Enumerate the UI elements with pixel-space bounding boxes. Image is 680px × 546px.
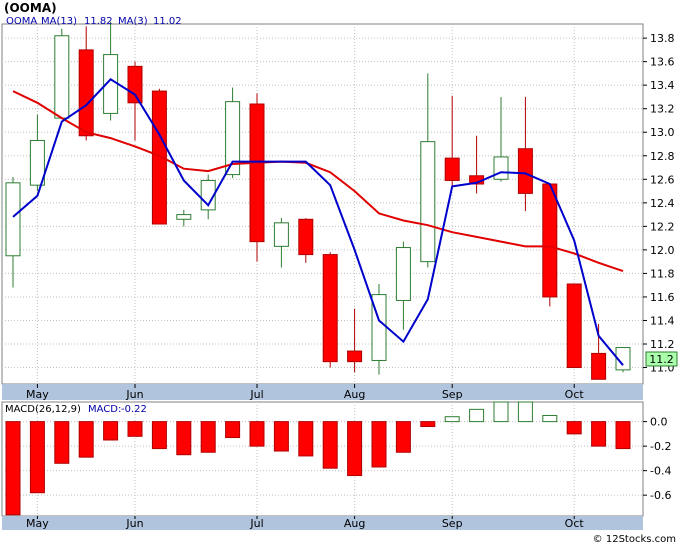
price-y-tick-label: 11.2 [650,338,675,351]
candle-body-up [54,35,70,119]
macd-bar-negative [615,421,631,450]
candle-body-down [347,350,363,363]
macd-bar-negative [225,421,241,439]
price-y-tick-label: 12.2 [650,220,675,233]
macd-legend-value-label: MACD: [88,404,121,415]
macd-bar-negative [566,421,582,435]
macd-bar-negative [103,421,119,441]
macd-x-tick-label: Jun [125,517,143,530]
candle-body-up [273,222,289,247]
price-y-tick-label: 12.8 [650,150,675,163]
price-y-tick-label: 11.8 [650,267,675,280]
macd-x-axis-band [2,516,643,530]
credit-text: © 12Stocks.com [593,534,676,545]
macd-bar-negative [420,421,436,428]
macd-bar-negative [5,421,21,516]
price-x-axis-band [2,384,643,400]
price-y-tick-label: 13.0 [650,126,675,139]
macd-x-tick-label: Sep [442,517,463,530]
price-x-tick-label: Oct [565,388,585,401]
macd-y-tick-label: -0.4 [650,465,671,478]
price-y-tick-label: 12.4 [650,197,675,210]
macd-x-tick-label: Jul [249,517,263,530]
macd-bar-negative [200,421,216,453]
macd-legend-value: -0.22 [121,404,147,415]
price-legend: OOMA MA(13) 11.82 MA(3) 11.02 [6,16,182,27]
macd-y-tick-label: -0.2 [650,440,671,453]
macd-bar-negative [395,421,411,453]
candle-body-down [591,352,607,380]
price-y-tick-label: 13.6 [650,56,675,69]
candle-body-up [395,247,411,301]
macd-bar-positive [469,408,485,423]
macd-bar-positive [542,414,558,423]
macd-legend-label: MACD(26,12,9) [5,404,81,415]
macd-bar-positive [517,401,533,423]
last-price-tag-text: 11.2 [649,353,674,366]
legend-ma13-value: 11.82 [84,16,113,27]
price-x-tick-label: May [26,388,49,401]
price-y-tick-label: 11.6 [650,291,675,304]
price-x-tick-label: Sep [442,388,463,401]
macd-bar-negative [347,421,363,477]
candle-body-down [127,65,143,104]
macd-bar-negative [78,421,94,458]
price-y-tick-label: 12.6 [650,173,675,186]
macd-bar-negative [371,421,387,468]
price-x-tick-label: Aug [344,388,365,401]
candle-body-up [176,214,192,220]
candle-body-down [78,49,94,137]
macd-bar-positive [493,401,509,423]
macd-y-tick-label: 0.0 [650,416,668,429]
candle-body-down [542,183,558,298]
macd-bar-negative [127,421,143,437]
price-y-tick-label: 12.0 [650,244,675,257]
macd-panel: -0.6 -0.4 -0.2 0.0 May Jun Jul Aug Sep Oct MACD(… [1,401,671,530]
symbol-label: (OOMA) [4,1,57,15]
price-x-tick-label: Jun [125,388,143,401]
macd-x-tick-label: May [26,517,49,530]
macd-bar-negative [249,421,265,447]
price-x-tick-label: Jul [249,388,263,401]
macd-bar-negative [151,421,167,450]
legend-ma3-label: MA(3) [118,16,148,27]
macd-bar-negative [591,421,607,447]
legend-ooma: OOMA [6,16,37,27]
candle-body-up [5,182,21,257]
last-price-tag: 11.2 [645,351,678,367]
candle-body-down [322,254,338,363]
candle-body-up [420,141,436,263]
macd-legend: MACD(26,12,9) MACD: -0.22 [5,404,147,415]
price-y-tick-label: 11.4 [650,314,675,327]
price-y-tick-label: 13.2 [650,103,675,116]
candle-body-down [249,103,265,243]
candle-body-up [493,156,509,180]
candle-body-down [517,148,533,194]
macd-bar-negative [176,421,192,456]
macd-bar-negative [29,421,45,494]
macd-bar-positive [444,416,460,423]
macd-bar-negative [273,421,289,452]
candle-body-down [444,157,460,181]
macd-bar-negative [322,421,338,469]
legend-ma3-value: 11.02 [153,16,182,27]
legend-ma13-label: MA(13) [41,16,77,27]
price-y-tick-label: 13.8 [650,32,675,45]
stock-chart: 11.011.211.411.611.812.012.212.412.612.8… [0,0,680,546]
macd-y-tick-label: -0.6 [650,489,671,502]
macd-x-tick-label: Oct [565,517,585,530]
macd-bar-negative [54,421,70,464]
price-y-tick-label: 13.4 [650,79,675,92]
price-panel: 11.011.211.411.611.812.012.212.412.612.8… [1,1,678,401]
macd-x-tick-label: Aug [344,517,365,530]
candle-body-down [298,218,314,256]
macd-bar-negative [298,421,314,457]
candle-body-down [566,283,582,369]
